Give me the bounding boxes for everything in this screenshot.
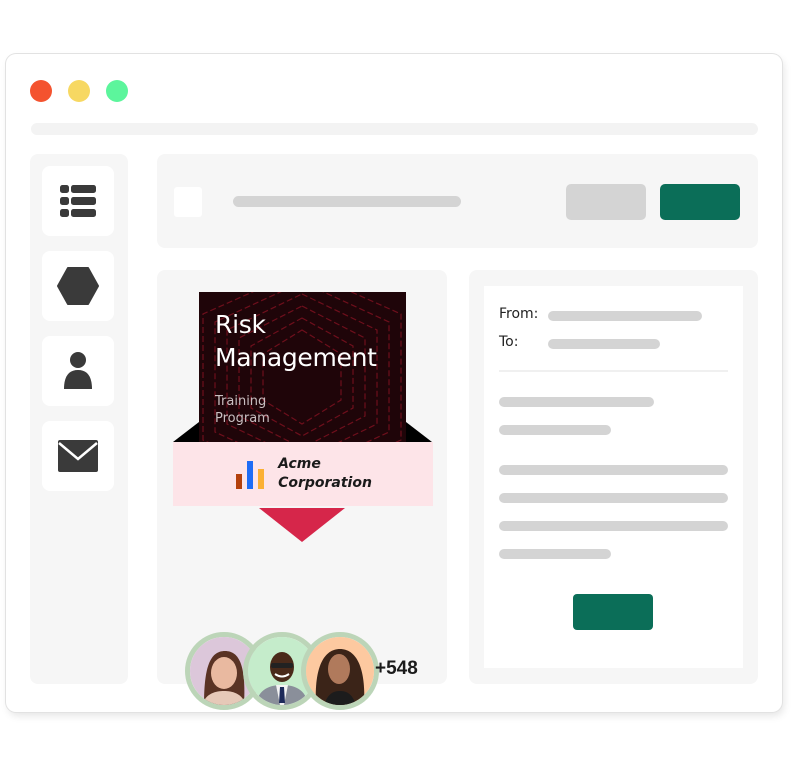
company-name: Acme Corporation xyxy=(278,455,372,493)
from-field[interactable] xyxy=(548,311,702,321)
user-icon xyxy=(64,352,92,389)
mail-icon xyxy=(58,440,98,472)
sidebar-item-mail[interactable] xyxy=(42,421,114,491)
company-name-line2: Corporation xyxy=(278,475,372,491)
course-card[interactable]: Risk Management Training Program xyxy=(199,292,406,442)
participant-avatars[interactable] xyxy=(185,632,379,710)
course-subtitle-line2: Program xyxy=(215,411,270,426)
ribbon-pointer xyxy=(259,508,345,542)
list-icon xyxy=(60,185,96,217)
body-line xyxy=(499,465,728,475)
course-title-line2: Management xyxy=(215,343,377,372)
search-bar-placeholder[interactable] xyxy=(233,196,461,207)
close-window-button[interactable] xyxy=(30,80,52,102)
course-title-line1: Risk xyxy=(215,310,266,339)
body-line xyxy=(499,397,654,407)
sidebar xyxy=(30,154,128,684)
course-subtitle: Training Program xyxy=(215,393,270,427)
course-subtitle-line1: Training xyxy=(215,394,267,409)
maximize-window-button[interactable] xyxy=(106,80,128,102)
person-photo-icon xyxy=(306,637,374,705)
toolbar xyxy=(157,154,758,248)
email-panel: From: To: xyxy=(469,270,758,684)
select-all-checkbox[interactable] xyxy=(174,187,202,217)
avatar xyxy=(301,632,379,710)
participants-count: +548 xyxy=(375,658,418,679)
course-panel: Risk Management Training Program Acme Co… xyxy=(157,270,447,710)
to-label: To: xyxy=(499,334,519,350)
email-compose: From: To: xyxy=(484,286,743,668)
hexagon-icon xyxy=(57,267,99,305)
address-bar[interactable] xyxy=(31,123,758,135)
sidebar-item-list[interactable] xyxy=(42,166,114,236)
body-line xyxy=(499,425,611,435)
header-divider xyxy=(499,370,728,372)
primary-button[interactable] xyxy=(660,184,740,220)
minimize-window-button[interactable] xyxy=(68,80,90,102)
company-name-line1: Acme xyxy=(278,456,321,472)
secondary-button[interactable] xyxy=(566,184,646,220)
bar-chart-logo-icon xyxy=(236,461,265,489)
send-button[interactable] xyxy=(573,594,653,630)
company-ribbon: Acme Corporation xyxy=(173,442,433,506)
ribbon-fold-left xyxy=(173,422,199,442)
app-window: Risk Management Training Program Acme Co… xyxy=(6,54,782,712)
body-line xyxy=(499,521,728,531)
body-line xyxy=(499,549,611,559)
sidebar-item-users[interactable] xyxy=(42,336,114,406)
body-line xyxy=(499,493,728,503)
course-title: Risk Management xyxy=(215,308,377,374)
ribbon-fold-right xyxy=(406,422,432,442)
to-field[interactable] xyxy=(548,339,660,349)
sidebar-item-modules[interactable] xyxy=(42,251,114,321)
from-label: From: xyxy=(499,306,539,322)
